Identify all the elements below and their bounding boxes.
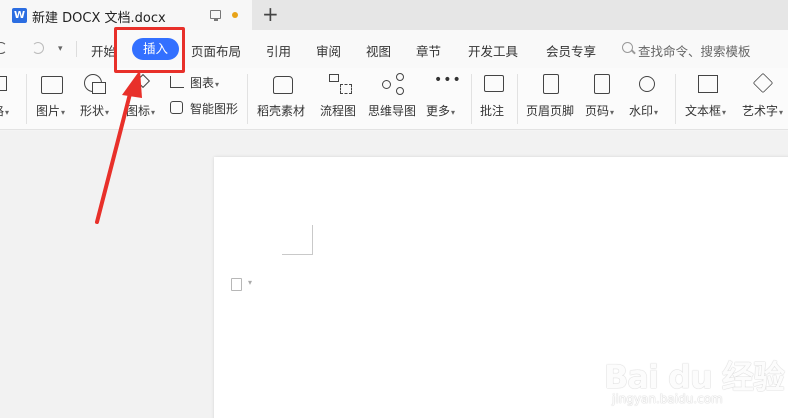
watermark-button[interactable]: 水印▾ — [629, 68, 669, 128]
text-box-button[interactable]: 文本框▾ — [685, 68, 735, 128]
text-box-icon — [698, 75, 718, 93]
redo-icon[interactable] — [32, 42, 44, 54]
tab-member[interactable]: 会员专享 — [546, 41, 596, 60]
comment-icon — [484, 75, 504, 92]
watermark-icon — [639, 76, 655, 92]
tab-home[interactable]: 开始 — [91, 41, 116, 60]
tab-review[interactable]: 审阅 — [316, 41, 341, 60]
divider — [26, 74, 27, 124]
picture-button[interactable]: 图片▾ — [36, 68, 72, 128]
command-search-input[interactable]: 查找命令、搜索模板 — [638, 41, 751, 60]
icon-button[interactable]: 图标▾ — [126, 68, 162, 128]
mindmap-node-icon — [396, 73, 404, 81]
header-footer-button[interactable]: 页眉页脚 — [526, 68, 580, 128]
word-art-button[interactable]: 艺术字▾ — [742, 68, 788, 128]
flowchart-node-icon — [340, 84, 352, 94]
tab-view[interactable]: 视图 — [366, 41, 391, 60]
table-button[interactable]: 格▾ — [0, 68, 16, 128]
icons-library-icon — [135, 73, 151, 89]
page-number-button[interactable]: 页码▾ — [585, 68, 625, 128]
tab-page-layout[interactable]: 页面布局 — [191, 41, 241, 60]
chart-icon — [170, 76, 184, 88]
chart-label: 图表▾ — [190, 76, 220, 90]
search-icon[interactable] — [622, 42, 633, 53]
mindmap-node-icon — [396, 87, 404, 95]
divider — [76, 41, 77, 57]
more-label: 更多▾ — [426, 104, 456, 118]
shape-label: 形状▾ — [80, 104, 110, 118]
monitor-icon[interactable] — [210, 10, 221, 21]
chart-button[interactable]: 图表▾ — [170, 72, 230, 94]
annotation-highlight-box — [114, 27, 185, 73]
table-icon — [0, 76, 7, 91]
page-number-label: 页码▾ — [585, 104, 615, 118]
document-outline-icon[interactable] — [231, 278, 242, 291]
mindmap-label: 思维导图 — [368, 104, 417, 118]
divider — [247, 74, 248, 124]
smart-art-button[interactable]: 智能图形 — [170, 98, 242, 120]
material-label: 稻壳素材 — [257, 104, 306, 118]
watermark-label: 水印▾ — [629, 104, 659, 118]
tab-bar: W 新建 DOCX 文档.docx + — [0, 0, 788, 30]
divider — [471, 74, 472, 124]
document-title: 新建 DOCX 文档.docx — [32, 11, 166, 26]
chevron-down-icon[interactable]: ▾ — [248, 278, 252, 287]
comment-button[interactable]: 批注 — [480, 68, 510, 128]
picture-label: 图片▾ — [36, 104, 66, 118]
table-button-label: 格▾ — [0, 104, 10, 118]
unsaved-indicator — [232, 12, 238, 18]
new-tab-button[interactable]: + — [262, 3, 279, 25]
smart-art-icon — [170, 101, 183, 114]
tab-references[interactable]: 引用 — [266, 41, 291, 60]
mindmap-icon — [382, 80, 391, 89]
flowchart-button[interactable]: 流程图 — [320, 68, 360, 128]
flowchart-label: 流程图 — [320, 104, 357, 118]
document-tab[interactable]: W 新建 DOCX 文档.docx — [0, 0, 252, 30]
shape-button[interactable]: 形状▾ — [80, 68, 116, 128]
undo-icon[interactable] — [0, 42, 7, 54]
insert-ribbon: 格▾ 图片▾ 形状▾ 图标▾ 图表▾ 智能图形 稻壳素材 流程图 思维导图 — [0, 68, 788, 130]
shape-square-icon — [92, 82, 106, 94]
tab-developer[interactable]: 开发工具 — [468, 41, 518, 60]
mindmap-button[interactable]: 思维导图 — [368, 68, 422, 128]
picture-icon — [41, 76, 63, 94]
flowchart-icon — [329, 74, 339, 82]
word-art-label: 艺术字▾ — [742, 104, 784, 118]
text-box-label: 文本框▾ — [685, 104, 727, 118]
margin-marker — [282, 254, 313, 255]
material-icon — [273, 76, 293, 94]
header-footer-label: 页眉页脚 — [526, 104, 575, 118]
margin-marker — [312, 225, 313, 255]
divider — [675, 74, 676, 124]
divider — [517, 74, 518, 124]
more-dots-icon: ••• — [434, 72, 462, 88]
word-art-icon — [752, 72, 774, 94]
page-number-icon — [594, 74, 610, 94]
tab-chapter[interactable]: 章节 — [416, 41, 441, 60]
wps-writer-icon: W — [12, 8, 27, 23]
quick-access-dropdown-icon[interactable]: ▾ — [58, 44, 63, 54]
more-button[interactable]: ••• 更多▾ — [426, 68, 466, 128]
icon-label: 图标▾ — [126, 104, 156, 118]
comment-label: 批注 — [480, 104, 505, 118]
header-footer-icon — [543, 74, 559, 94]
smart-art-label: 智能图形 — [190, 102, 239, 116]
material-button[interactable]: 稻壳素材 — [257, 68, 311, 128]
watermark-url: jingyan.baidu.com — [612, 392, 723, 406]
